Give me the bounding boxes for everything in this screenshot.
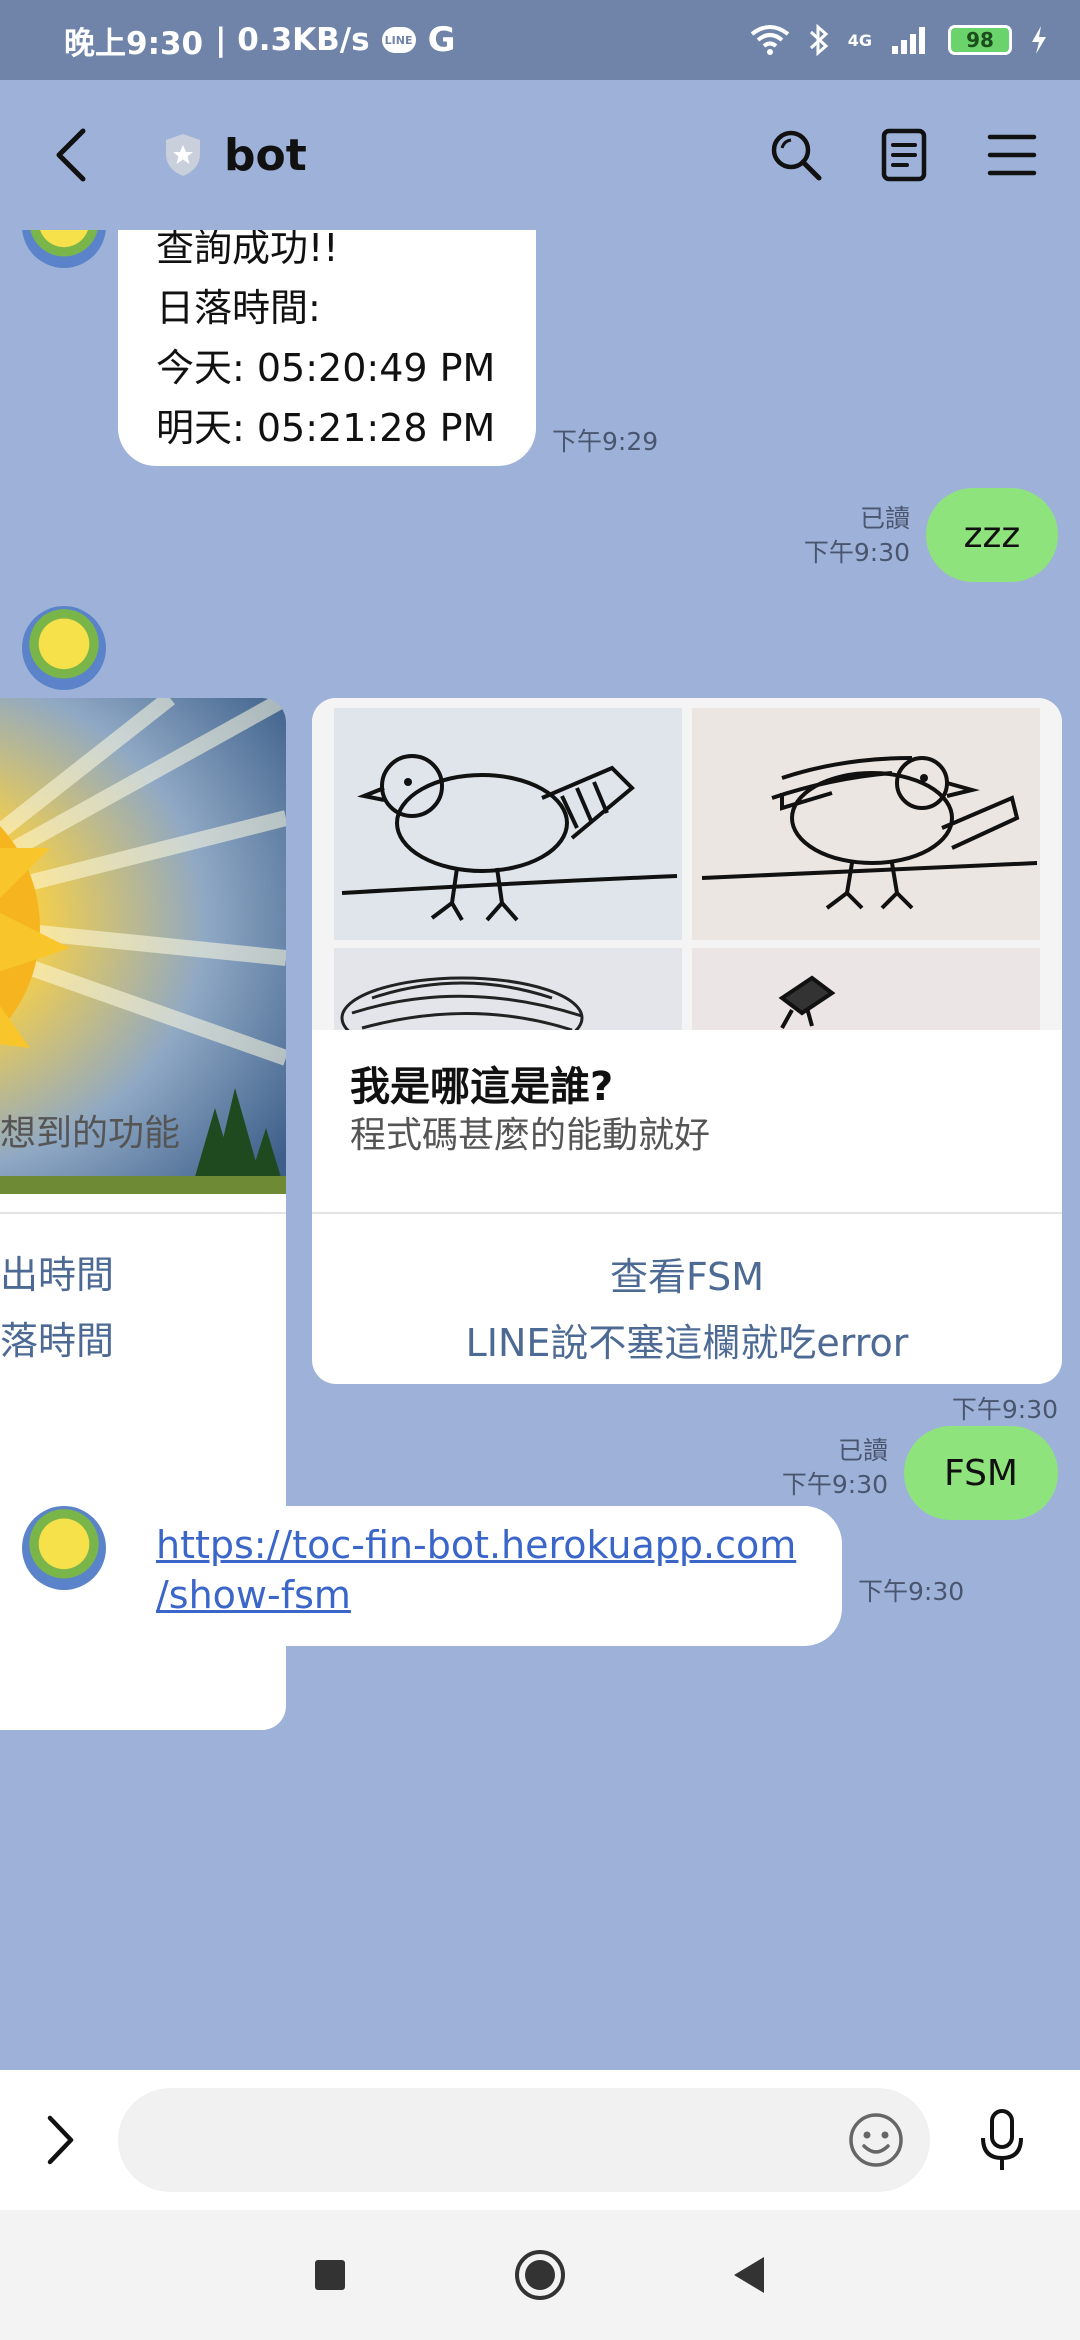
home-button[interactable] [510, 2245, 570, 2305]
bot-avatar[interactable] [22, 230, 106, 268]
expand-button[interactable] [30, 2110, 90, 2170]
outgoing-message-fsm[interactable]: FSM [904, 1426, 1058, 1520]
message-text: zzz [963, 514, 1021, 556]
network-speed: | 0.3KB/s [215, 22, 370, 58]
message-time: 下午9:30 [951, 1395, 1058, 1424]
message-time: 下午9:30 [858, 1577, 965, 1606]
network-type: 4G [847, 30, 872, 50]
card-action-placeholder[interactable]: LINE說不塞這欄就吃error [312, 1312, 1062, 1367]
outgoing-message-zzz[interactable]: zzz [926, 488, 1058, 582]
notes-button[interactable] [872, 123, 936, 187]
message-bubble-sunset[interactable]: 查詢成功!! 日落時間: 今天: 05:20:49 PM 明天: 05:21:2… [118, 230, 536, 466]
bot-avatar[interactable] [22, 1506, 106, 1590]
system-navigation-bar [0, 2210, 1080, 2340]
message-input[interactable] [118, 2088, 930, 2192]
message-input-bar [0, 2070, 1080, 2210]
message-line: 日落時間: [156, 286, 321, 330]
back-nav-button[interactable] [720, 2245, 780, 2305]
card-action-view-fsm[interactable]: 查看FSM [312, 1246, 1062, 1301]
menu-button[interactable] [980, 123, 1044, 187]
card-description: 程式碼甚麼的能動就好 [350, 1115, 711, 1156]
official-account-shield-icon [162, 131, 204, 179]
status-bar: 晚上9:30 | 0.3KB/s LINE G 4G 98 [0, 0, 1080, 80]
message-time: 下午9:30 [803, 538, 910, 567]
bot-avatar[interactable] [22, 606, 106, 690]
search-icon [771, 130, 822, 181]
recents-button[interactable] [300, 2245, 360, 2305]
chevron-left-icon [56, 128, 86, 182]
card-action-sunrise[interactable]: 出時間 [0, 1244, 114, 1299]
read-label: 已讀 [859, 504, 910, 533]
chevron-right-icon [47, 2115, 74, 2165]
message-bubble-link[interactable]: https://toc-fin-bot.herokuapp.com /show-… [118, 1506, 842, 1646]
message-line: 今天: 05:20:49 PM [156, 346, 496, 390]
link-line[interactable]: /show-fsm [156, 1570, 842, 1620]
square-icon [315, 2260, 345, 2290]
voice-button[interactable] [970, 2105, 1034, 2175]
battery-indicator: 98 [948, 25, 1012, 55]
emoji-button[interactable] [846, 2110, 906, 2170]
bird-comic-image [312, 698, 1062, 1030]
card-description: 想到的功能 [0, 1113, 181, 1154]
read-label: 已讀 [837, 1436, 888, 1465]
triangle-back-icon [734, 2257, 764, 2293]
line-notification-icon: LINE [381, 27, 416, 53]
message-time: 下午9:29 [552, 427, 659, 456]
message-time: 下午9:30 [781, 1470, 888, 1499]
card-divider [0, 1212, 286, 1214]
google-icon: G [427, 20, 456, 60]
message-line: 查詢成功!! [156, 230, 339, 270]
back-button[interactable] [36, 120, 106, 190]
read-receipt: 已讀 下午9:30 [782, 1434, 888, 1502]
chat-title: bot [224, 129, 307, 181]
carousel-card-right[interactable]: 我是哪這是誰? 程式碼甚麼的能動就好 查看FSM LINE說不塞這欄就吃erro… [312, 698, 1062, 1384]
notes-icon [881, 128, 927, 182]
hamburger-menu-icon [987, 134, 1037, 176]
read-receipt: 已讀 下午9:30 [804, 502, 910, 570]
message-text: FSM [944, 1452, 1018, 1494]
emoji-icon [849, 2113, 903, 2167]
chat-header: bot [0, 80, 1080, 230]
circle-icon [515, 2250, 565, 2300]
message-line: 明天: 05:21:28 PM [156, 406, 496, 450]
chat-messages[interactable]: 查詢成功!! 日落時間: 今天: 05:20:49 PM 明天: 05:21:2… [0, 230, 1080, 2070]
charging-icon [1032, 26, 1046, 54]
link-line[interactable]: https://toc-fin-bot.herokuapp.com [156, 1520, 842, 1570]
microphone-icon [981, 2109, 1023, 2170]
bluetooth-icon [809, 23, 828, 57]
wifi-icon [750, 25, 789, 55]
search-button[interactable] [764, 123, 828, 187]
card-action-sunset[interactable]: 落時間 [0, 1310, 114, 1365]
signal-icon [892, 27, 925, 54]
card-title: 我是哪這是誰? [350, 1064, 614, 1110]
card-divider [312, 1212, 1062, 1214]
status-time: 晚上9:30 [64, 25, 204, 62]
